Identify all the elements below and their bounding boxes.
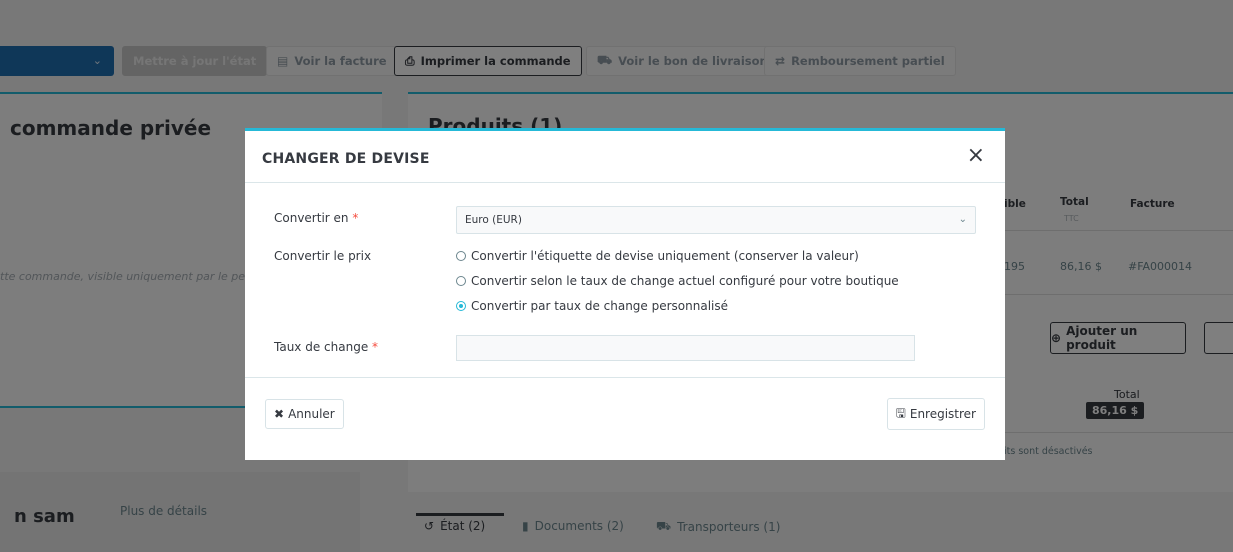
save-icon: 🖫 <box>895 405 906 420</box>
cancel-label: Annuler <box>288 407 335 421</box>
close-icon[interactable]: × <box>967 145 985 167</box>
change-currency-modal: CHANGER DE DEVISE × Convertir en * Euro … <box>245 128 1005 460</box>
exchange-rate-label: Taux de change * <box>274 340 378 354</box>
modal-header-divider <box>245 182 1005 183</box>
radio-option-label-only[interactable]: Convertir l'étiquette de devise uniqueme… <box>456 249 859 263</box>
radio-option-shop-rate[interactable]: Convertir selon le taux de change actuel… <box>456 274 899 288</box>
exchange-rate-input[interactable] <box>456 335 915 361</box>
convert-to-label: Convertir en * <box>274 211 358 225</box>
radio-option-label: Convertir par taux de change personnalis… <box>471 299 729 313</box>
radio-button[interactable] <box>456 276 466 286</box>
modal-footer-divider <box>245 377 1005 378</box>
save-button[interactable]: 🖫 Enregistrer <box>886 398 985 430</box>
cancel-button[interactable]: ✖ Annuler <box>265 399 344 429</box>
chevron-down-icon: ⌄ <box>958 214 967 225</box>
radio-button-checked[interactable] <box>456 301 466 311</box>
modal-title: CHANGER DE DEVISE <box>262 151 430 167</box>
radio-option-label: Convertir l'étiquette de devise uniqueme… <box>471 249 859 263</box>
currency-selected-value: Euro (EUR) <box>465 214 522 226</box>
exchange-rate-text: Taux de change <box>274 340 369 354</box>
required-marker: * <box>352 211 359 225</box>
required-marker: * <box>372 340 379 354</box>
close-icon: ✖ <box>274 407 285 421</box>
order-page: ⌄ Mettre à jour l'état ▤ Voir la facture… <box>0 0 1233 552</box>
radio-button[interactable] <box>456 251 466 261</box>
currency-select[interactable]: Euro (EUR) ⌄ <box>456 206 976 234</box>
radio-option-custom-rate[interactable]: Convertir par taux de change personnalis… <box>456 299 728 313</box>
radio-option-label: Convertir selon le taux de change actuel… <box>471 274 899 288</box>
save-label: Enregistrer <box>909 407 976 421</box>
convert-to-text: Convertir en <box>274 211 349 225</box>
convert-price-label: Convertir le prix <box>274 249 372 263</box>
